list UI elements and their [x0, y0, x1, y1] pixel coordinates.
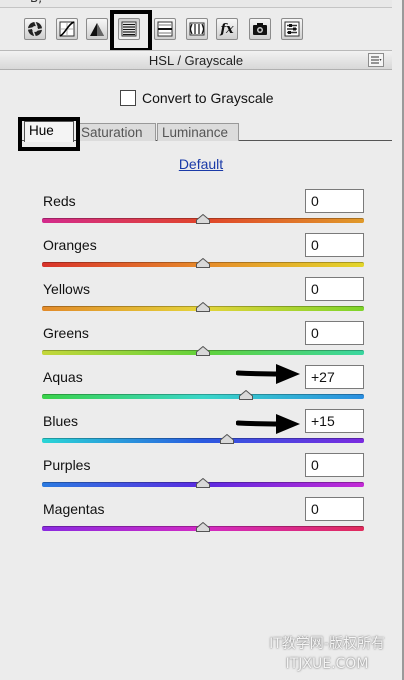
slider-thumb[interactable] — [196, 478, 210, 488]
slider-value-field[interactable]: 0 — [305, 453, 364, 477]
slider-row-aquas: Aquas +27 — [42, 365, 364, 405]
slider-label: Aquas — [43, 369, 83, 385]
slider-label: Oranges — [43, 237, 97, 253]
slider-thumb[interactable] — [196, 214, 210, 224]
slider-label: Purples — [43, 457, 91, 473]
slider-value-field[interactable]: 0 — [305, 497, 364, 521]
slider-label: Reds — [43, 193, 76, 209]
split-toning-icon[interactable] — [154, 18, 176, 40]
slider-track[interactable] — [42, 438, 364, 443]
slider-value-field[interactable]: +15 — [305, 409, 364, 433]
tab-luminance[interactable]: Luminance — [157, 123, 239, 141]
slider-row-oranges: Oranges 0 — [42, 233, 364, 273]
arrow-aquas — [236, 364, 300, 384]
convert-to-grayscale-label: Convert to Grayscale — [142, 90, 274, 106]
slider-label: Yellows — [43, 281, 90, 297]
slider-row-magentas: Magentas 0 — [42, 497, 364, 537]
slider-thumb[interactable] — [220, 434, 235, 444]
slider-value-field[interactable]: +27 — [305, 365, 364, 389]
top-strip: B, — [0, 0, 392, 8]
slider-row-yellows: Yellows 0 — [42, 277, 364, 317]
camera-raw-panel: B, fx — [0, 0, 404, 680]
slider-thumb[interactable] — [196, 258, 210, 268]
presets-icon[interactable] — [281, 18, 303, 40]
slider-thumb[interactable] — [196, 302, 210, 312]
slider-value-field[interactable]: 0 — [305, 189, 364, 213]
basic-icon[interactable] — [24, 18, 46, 40]
slider-row-reds: Reds 0 — [42, 189, 364, 229]
slider-label: Greens — [43, 325, 89, 341]
hue-tab-highlight-box — [18, 117, 80, 151]
watermark: IT教学网-版权所有 ITJXUE.COM — [252, 634, 402, 674]
slider-track[interactable] — [42, 394, 364, 399]
arrow-blues — [236, 414, 300, 434]
panel-toolbar: fx — [0, 10, 392, 52]
tab-saturation[interactable]: Saturation — [76, 123, 156, 141]
panel-menu-icon[interactable] — [368, 53, 384, 67]
fx-label: fx — [220, 21, 234, 37]
lens-corrections-icon[interactable] — [186, 18, 208, 40]
slider-thumb[interactable] — [239, 390, 254, 400]
slider-value-field[interactable]: 0 — [305, 277, 364, 301]
panel-title: HSL / Grayscale — [148, 53, 244, 68]
selected-tool-highlight-box — [110, 10, 152, 52]
slider-label: Blues — [43, 413, 79, 429]
camera-calibration-icon[interactable] — [249, 18, 271, 40]
slider-row-purples: Purples 0 — [42, 453, 364, 493]
slider-thumb[interactable] — [196, 522, 210, 532]
convert-to-grayscale-checkbox[interactable] — [120, 90, 136, 106]
detail-icon[interactable] — [86, 18, 108, 40]
slider-label: Magentas — [43, 501, 105, 517]
slider-row-blues: Blues +15 — [42, 409, 364, 449]
slider-row-greens: Greens 0 — [42, 321, 364, 361]
slider-value-field[interactable]: 0 — [305, 233, 364, 257]
slider-value-field[interactable]: 0 — [305, 321, 364, 345]
fx-icon[interactable]: fx — [216, 18, 238, 40]
slider-thumb[interactable] — [196, 346, 210, 356]
cropped-top-text: B, — [30, 0, 42, 5]
default-link[interactable]: Default — [0, 156, 402, 172]
tone-curve-icon[interactable] — [56, 18, 78, 40]
convert-to-grayscale-row[interactable]: Convert to Grayscale — [120, 88, 274, 108]
panel-header: HSL / Grayscale — [0, 50, 392, 70]
watermark-line-1: IT教学网-版权所有 — [269, 636, 385, 652]
watermark-line-2: ITJXUE.COM — [285, 656, 369, 672]
